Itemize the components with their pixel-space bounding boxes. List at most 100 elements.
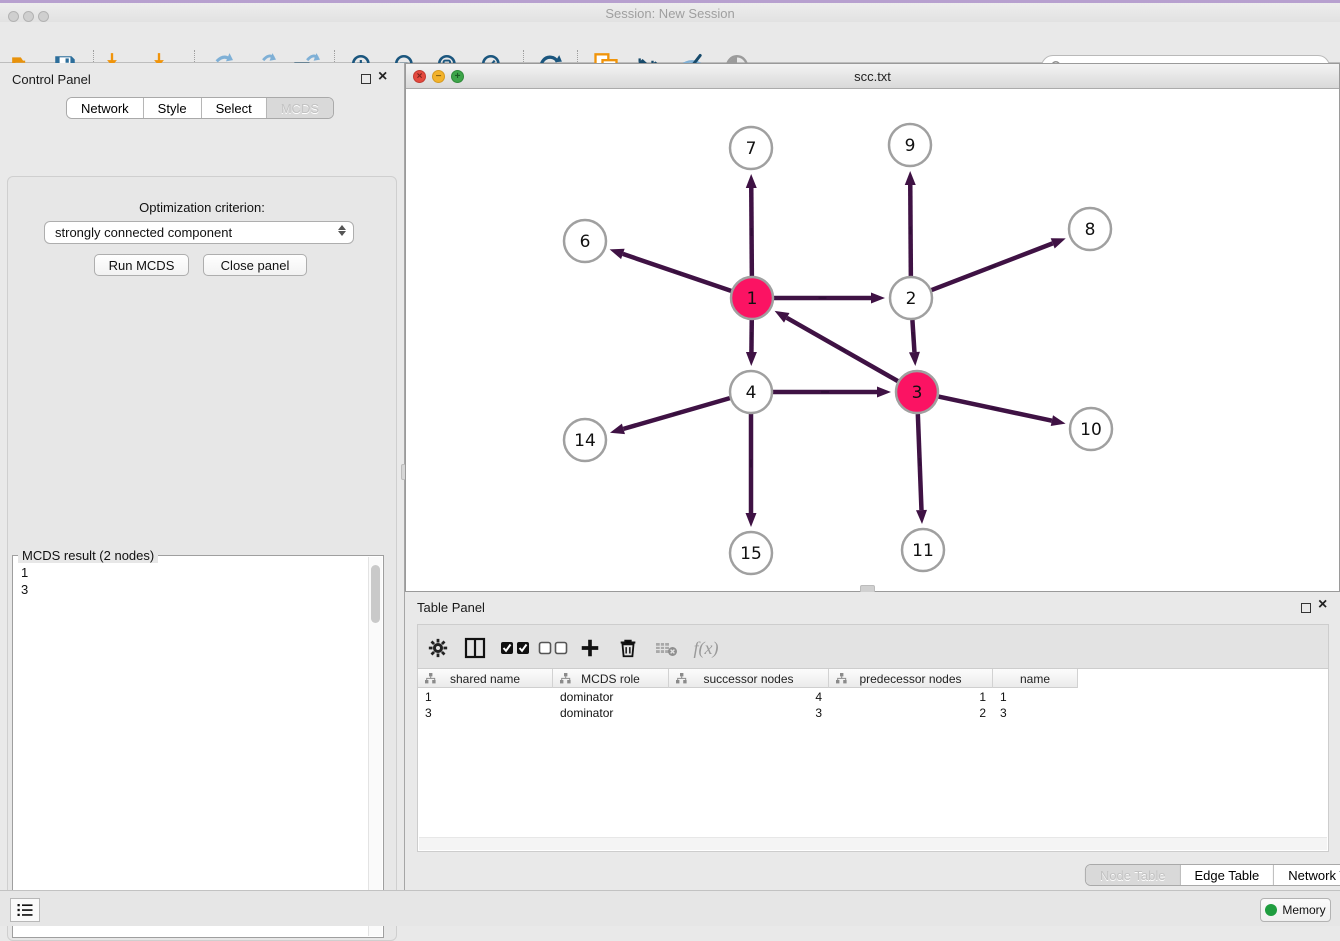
mcds-result-item: 3 (21, 581, 367, 598)
graph-node-label: 14 (574, 431, 596, 451)
delete-column-icon[interactable] (615, 635, 641, 661)
graph-edge-arrowhead (775, 311, 790, 323)
tab-network[interactable]: Network (67, 98, 144, 118)
graph-node-label: 15 (740, 544, 762, 564)
table-tabs: Node Table Edge Table Network Table Moti… (1085, 864, 1340, 886)
sort-icon (560, 673, 571, 684)
graph-node-label: 10 (1080, 420, 1102, 440)
cell-successor-nodes: 3 (669, 705, 829, 721)
deselect-all-checkboxes-icon[interactable] (538, 635, 568, 661)
graph-edge-arrowhead (746, 352, 757, 366)
network-graph[interactable]: 1 2 3 4 6 7 8 9 10 11 14 15 (406, 89, 1339, 591)
column-header-successor-nodes[interactable]: successor nodes (669, 669, 829, 688)
graph-edge-arrowhead (1051, 415, 1066, 426)
cell-predecessor-nodes: 1 (829, 689, 993, 705)
cell-mcds-role: dominator (553, 689, 669, 705)
column-header-predecessor-nodes[interactable]: predecessor nodes (829, 669, 993, 688)
close-panel-button[interactable]: Close panel (203, 254, 307, 276)
optimization-criterion-value: strongly connected component (55, 225, 232, 240)
graph-node-label: 9 (905, 136, 916, 156)
cell-predecessor-nodes: 2 (829, 705, 993, 721)
add-column-icon[interactable] (577, 635, 603, 661)
graph-node-label: 2 (906, 289, 917, 309)
edge-label-mark (913, 332, 914, 340)
cell-mcds-role: dominator (553, 705, 669, 721)
graph-node-label: 6 (580, 232, 591, 252)
network-window-title: scc.txt (406, 69, 1339, 84)
graph-edge-arrowhead (1051, 238, 1066, 248)
chevron-up-down-icon (338, 225, 346, 236)
table-panel-title: Table Panel (417, 600, 485, 615)
application-window: Session: New Session (0, 0, 1340, 926)
graph-edge-arrowhead (610, 249, 625, 259)
tab-network-table[interactable]: Network Table (1274, 865, 1340, 885)
control-panel-tabs: Network Style Select MCDS (66, 97, 334, 119)
graph-node-label: 3 (912, 383, 923, 403)
node-table: shared name MCDS role successor nodes pr… (417, 668, 1329, 852)
result-scrollbar[interactable] (368, 557, 382, 936)
settings-gear-icon[interactable] (425, 635, 451, 661)
memory-button[interactable]: Memory (1260, 898, 1331, 922)
split-columns-icon[interactable] (462, 635, 488, 661)
close-table-panel-icon[interactable]: × (1318, 600, 1327, 610)
graph-node-label: 4 (746, 383, 757, 403)
delete-table-icon (653, 635, 679, 661)
optimization-criterion-select[interactable]: strongly connected component (44, 221, 354, 244)
mcds-result-item: 1 (21, 564, 367, 581)
float-table-panel-icon[interactable] (1301, 603, 1311, 613)
cell-name: 3 (993, 705, 1078, 721)
network-view-window: × − + scc.txt 1 2 3 4 6 7 8 9 10 11 14 15 (405, 63, 1340, 592)
tab-mcds[interactable]: MCDS (267, 98, 333, 118)
select-all-checkboxes-icon[interactable] (500, 635, 530, 661)
float-panel-icon[interactable] (361, 74, 371, 84)
sort-icon (836, 673, 847, 684)
graph-node-label: 7 (746, 139, 757, 159)
titlebar[interactable]: Session: New Session (0, 3, 1340, 22)
main-toolbar (0, 22, 1340, 63)
tab-edge-table[interactable]: Edge Table (1180, 865, 1274, 885)
control-panel-title: Control Panel (12, 72, 91, 87)
window-title: Session: New Session (0, 6, 1340, 21)
cell-name: 1 (993, 689, 1078, 705)
control-panel: Control Panel × Network Style Select MCD… (0, 63, 404, 890)
sort-icon (425, 673, 436, 684)
graph-edge-arrowhead (916, 510, 927, 524)
table-row[interactable]: 1 dominator 4 1 1 (418, 689, 1078, 705)
table-panel: Table Panel × f(x) (405, 592, 1340, 890)
graph-edge-arrowhead (871, 293, 885, 304)
cell-shared-name: 3 (418, 705, 553, 721)
column-header-shared-name[interactable]: shared name (418, 669, 553, 688)
sort-icon (676, 673, 687, 684)
result-scrollbar-thumb[interactable] (371, 565, 380, 623)
graph-edge-arrowhead (877, 387, 891, 398)
run-mcds-button[interactable]: Run MCDS (94, 254, 189, 276)
table-row[interactable]: 3 dominator 3 2 3 (418, 705, 1078, 721)
tab-select[interactable]: Select (202, 98, 267, 118)
cell-successor-nodes: 4 (669, 689, 829, 705)
graph-edge-arrowhead (746, 513, 757, 527)
graph-edge-arrowhead (909, 352, 920, 366)
table-header-row: shared name MCDS role successor nodes pr… (418, 669, 1078, 688)
cell-shared-name: 1 (418, 689, 553, 705)
close-panel-icon[interactable]: × (378, 72, 387, 82)
mcds-result-group: MCDS result (2 nodes) 1 3 (12, 555, 384, 938)
table-toolbar: f(x) (417, 624, 1329, 668)
table-horizontal-scrollbar[interactable] (419, 837, 1327, 850)
column-header-name[interactable]: name (993, 669, 1078, 688)
column-header-mcds-role[interactable]: MCDS role (553, 669, 669, 688)
mcds-result-list[interactable]: 1 3 (15, 564, 367, 935)
network-window-titlebar[interactable]: × − + scc.txt (406, 64, 1339, 89)
tab-style[interactable]: Style (144, 98, 202, 118)
memory-status-dot (1265, 904, 1277, 916)
graph-edge-arrowhead (746, 174, 757, 188)
graph-edge-arrowhead (610, 424, 625, 435)
graph-node-label: 11 (912, 541, 934, 561)
task-history-button[interactable] (10, 898, 40, 922)
tab-node-table[interactable]: Node Table (1086, 865, 1181, 885)
graph-node-label: 8 (1085, 220, 1096, 240)
function-builder-icon: f(x) (689, 635, 723, 661)
graph-node-label: 1 (747, 289, 758, 309)
network-canvas[interactable]: 1 2 3 4 6 7 8 9 10 11 14 15 (406, 89, 1339, 591)
mcds-result-title: MCDS result (2 nodes) (18, 548, 158, 563)
status-bar: Memory (0, 890, 1340, 926)
